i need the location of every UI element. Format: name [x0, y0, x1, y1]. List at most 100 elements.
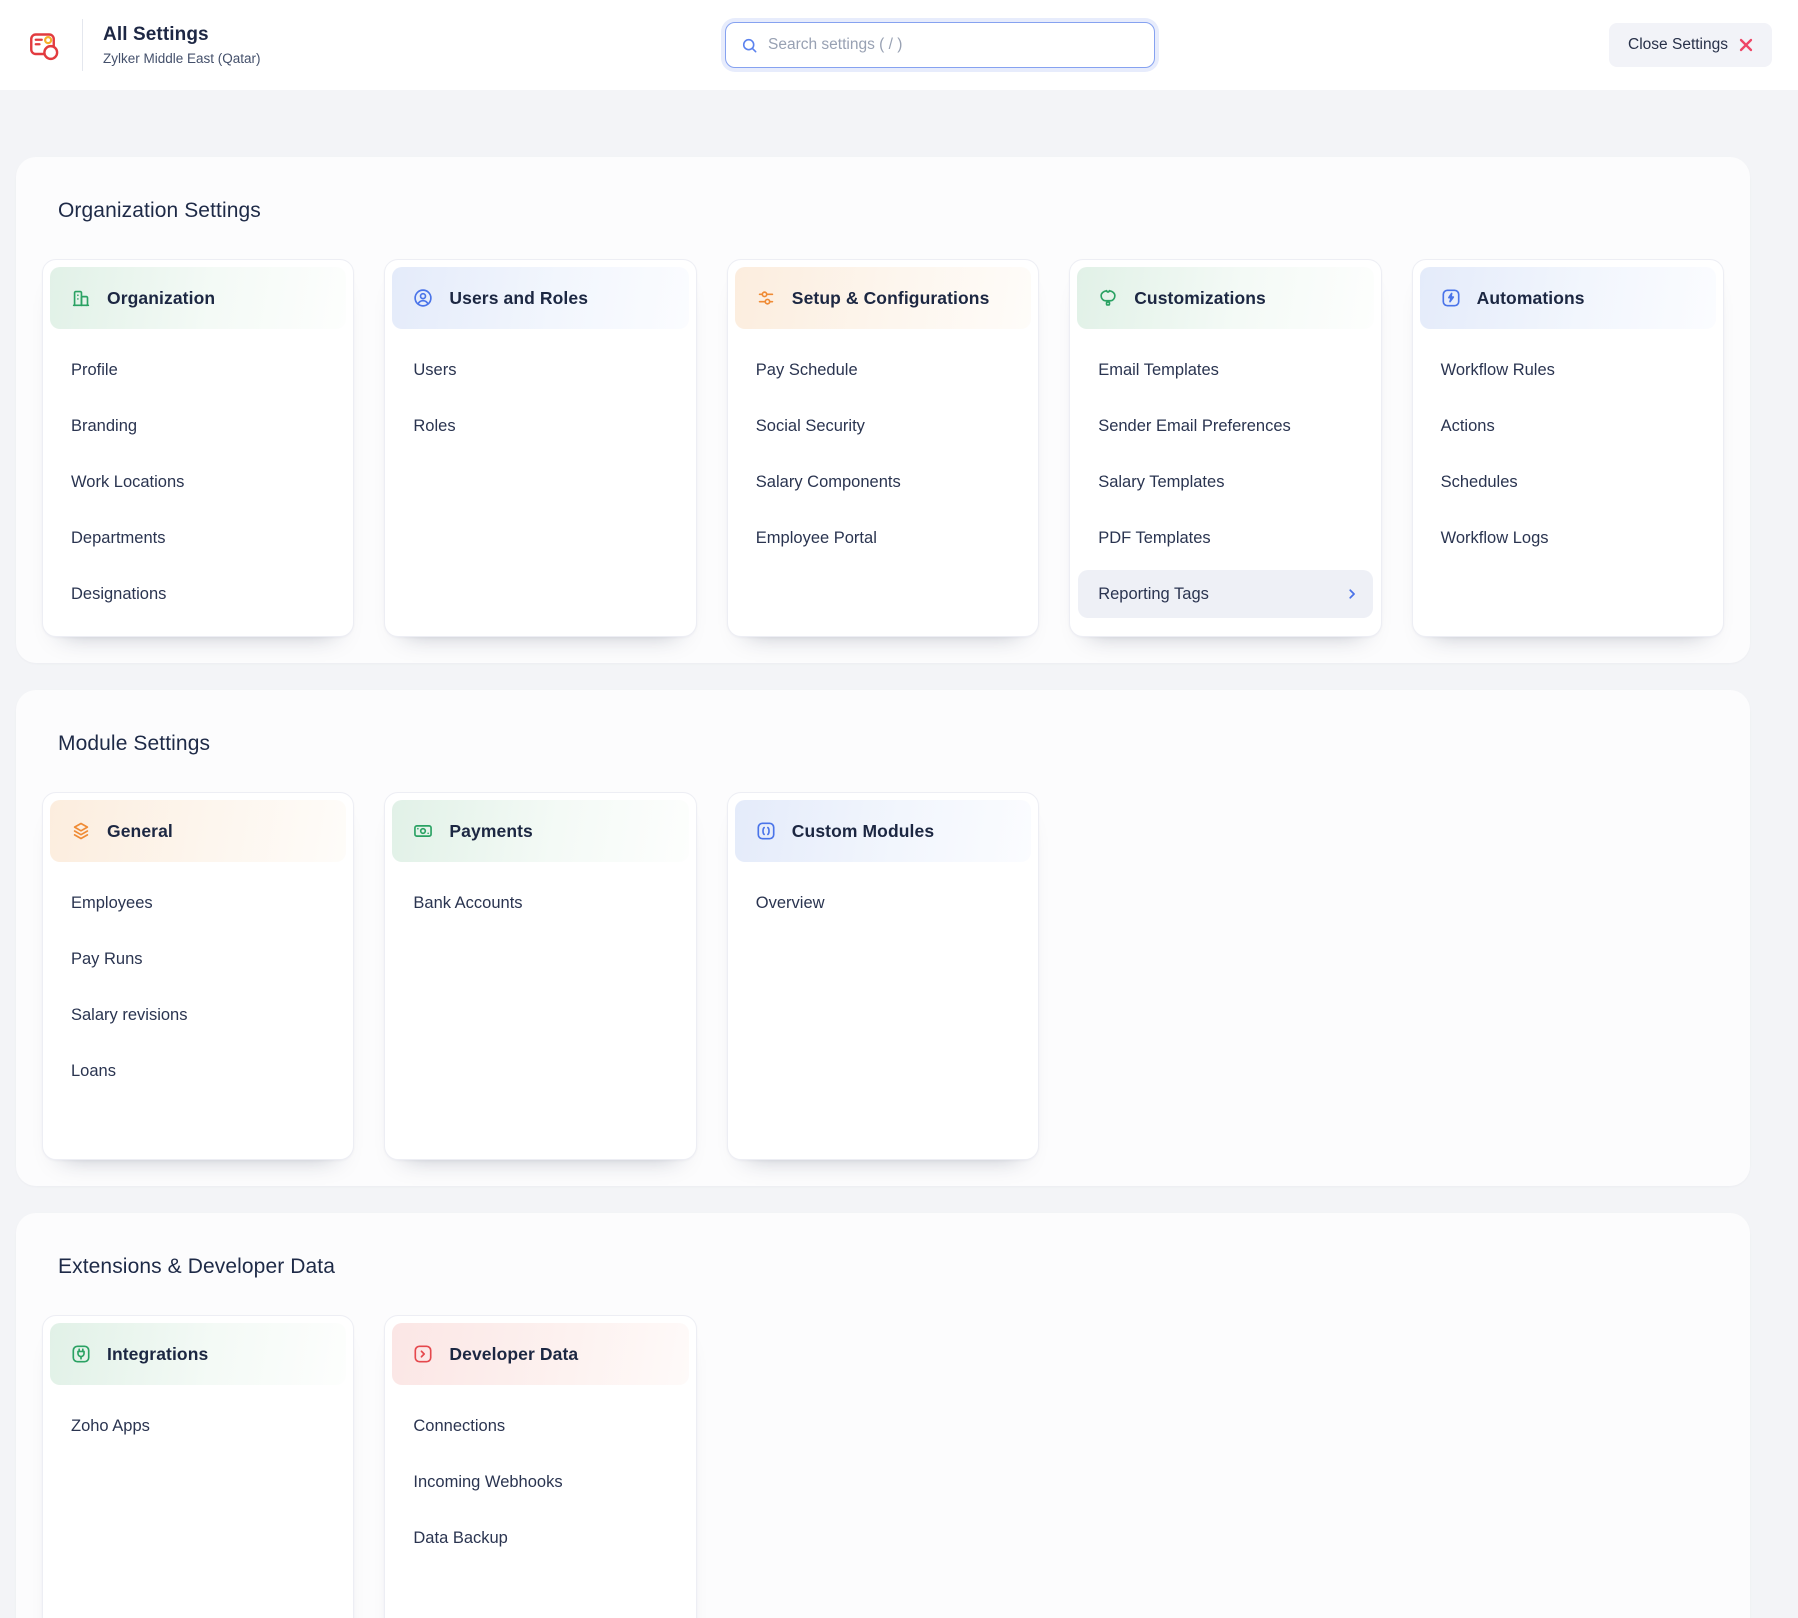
layers-icon: [70, 820, 92, 842]
item-label: Users: [413, 361, 456, 380]
settings-link-incoming-webhooks[interactable]: Incoming Webhooks: [385, 1454, 695, 1510]
card-header-organization: Organization: [50, 267, 346, 329]
card-general: General EmployeesPay Runs Salary revisions…: [42, 792, 354, 1160]
settings-link-loans[interactable]: Loans: [43, 1043, 353, 1099]
item-label: Work Locations: [71, 473, 184, 492]
settings-content: Organization Settings Organization Profil…: [16, 157, 1750, 1618]
module-braces-icon: [755, 820, 777, 842]
item-label: Schedules: [1441, 473, 1518, 492]
search-icon: [740, 36, 759, 55]
settings-link-workflow-logs[interactable]: Workflow Logs: [1413, 510, 1723, 566]
card-header-general: General: [50, 800, 346, 862]
settings-link-branding[interactable]: Branding: [43, 398, 353, 454]
item-label: Departments: [71, 529, 165, 548]
settings-link-email-templates[interactable]: Email Templates: [1070, 342, 1380, 398]
app-logo-icon: [26, 27, 62, 63]
settings-link-actions[interactable]: Actions: [1413, 398, 1723, 454]
item-label: Workflow Rules: [1441, 361, 1555, 380]
settings-link-salary-components[interactable]: Salary Components: [728, 454, 1038, 510]
sliders-icon: [755, 287, 777, 309]
settings-link-connections[interactable]: Connections: [385, 1398, 695, 1454]
card-header-setup-configurations: Setup & Configurations: [735, 267, 1031, 329]
close-settings-label: Close Settings: [1628, 36, 1728, 54]
settings-link-employee-portal[interactable]: Employee Portal: [728, 510, 1038, 566]
settings-link-salary-revisions[interactable]: Salary revisions: [43, 987, 353, 1043]
settings-link-social-security[interactable]: Social Security: [728, 398, 1038, 454]
card-item-list: Bank Accounts: [385, 869, 695, 931]
header-divider: [82, 19, 83, 71]
card-header-automations: Automations: [1420, 267, 1716, 329]
settings-link-schedules[interactable]: Schedules: [1413, 454, 1723, 510]
card-setup-configurations: Setup & Configurations Pay Schedule Social…: [727, 259, 1039, 637]
item-label: Employee Portal: [756, 529, 877, 548]
settings-link-departments[interactable]: Departments: [43, 510, 353, 566]
section-heading: Extensions & Developer Data: [58, 1255, 1724, 1279]
settings-link-designations[interactable]: Designations: [43, 566, 353, 622]
card-integrations: IntegrationsZoho Apps: [42, 1315, 354, 1618]
item-label: Actions: [1441, 417, 1495, 436]
settings-link-pay-runs[interactable]: Pay Runs: [43, 931, 353, 987]
card-title: Custom Modules: [792, 821, 934, 842]
chevron-right-icon: [1345, 587, 1359, 601]
item-label: Branding: [71, 417, 137, 436]
item-label: Incoming Webhooks: [413, 1473, 562, 1492]
card-item-list: Workflow Rules Actions Schedules Workflow L…: [1413, 336, 1723, 566]
settings-search[interactable]: [725, 22, 1155, 68]
item-label: Salary Components: [756, 473, 901, 492]
settings-link-profile[interactable]: Profile: [43, 342, 353, 398]
settings-link-sender-email-preferences[interactable]: Sender Email Preferences: [1070, 398, 1380, 454]
user-circle-icon: [412, 287, 434, 309]
card-item-list: Zoho Apps: [43, 1392, 353, 1454]
settings-link-bank-accounts[interactable]: Bank Accounts: [385, 875, 695, 931]
item-label: Social Security: [756, 417, 865, 436]
settings-link-users[interactable]: Users: [385, 342, 695, 398]
code-icon: [412, 1343, 434, 1365]
card-header-users-and-roles: Users and Roles: [392, 267, 688, 329]
card-item-list: EmployeesPay Runs Salary revisions Loans: [43, 869, 353, 1099]
settings-link-pdf-templates[interactable]: PDF Templates: [1070, 510, 1380, 566]
section-heading: Organization Settings: [58, 199, 1724, 223]
card-payments: Payments Bank Accounts: [384, 792, 696, 1160]
settings-link-roles[interactable]: Roles: [385, 398, 695, 454]
settings-link-zoho-apps[interactable]: Zoho Apps: [43, 1398, 353, 1454]
page-title: All Settings: [103, 24, 261, 46]
section-extensions-developer-data: Extensions & Developer Data Integrations…: [16, 1213, 1750, 1618]
settings-link-workflow-rules[interactable]: Workflow Rules: [1413, 342, 1723, 398]
card-automations: Automations Workflow Rules Actions Schedule…: [1412, 259, 1724, 637]
extensions-developer-cards: IntegrationsZoho Apps Developer Data Conne…: [42, 1315, 1724, 1618]
close-x-icon: [1739, 38, 1753, 52]
card-header-payments: Payments: [392, 800, 688, 862]
lightning-icon: [1440, 287, 1462, 309]
card-item-list: Users Roles: [385, 336, 695, 454]
section-organization-settings: Organization Settings Organization Profil…: [16, 157, 1750, 663]
banknote-icon: [412, 820, 434, 842]
organization-settings-cards: Organization Profile Branding Work Location…: [42, 259, 1724, 637]
card-organization: Organization Profile Branding Work Location…: [42, 259, 354, 637]
card-custom-modules: Custom Modules Overview: [727, 792, 1039, 1160]
card-title: Automations: [1477, 288, 1585, 309]
search-input[interactable]: [768, 23, 1140, 67]
settings-link-pay-schedule[interactable]: Pay Schedule: [728, 342, 1038, 398]
item-label: Roles: [413, 417, 455, 436]
settings-link-reporting-tags[interactable]: Reporting Tags: [1078, 570, 1372, 618]
item-label: Overview: [756, 894, 825, 913]
card-header-developer-data: Developer Data: [392, 1323, 688, 1385]
settings-link-data-backup[interactable]: Data Backup: [385, 1510, 695, 1566]
card-title: Setup & Configurations: [792, 288, 990, 309]
card-header-custom-modules: Custom Modules: [735, 800, 1031, 862]
section-module-settings: Module Settings GeneralEmployeesPay Runs…: [16, 690, 1750, 1186]
card-item-list: Connections Incoming Webhooks Data Backup: [385, 1392, 695, 1566]
settings-link-employees[interactable]: Employees: [43, 875, 353, 931]
item-label: Email Templates: [1098, 361, 1219, 380]
module-settings-cards: General EmployeesPay Runs Salary revisions…: [42, 792, 1724, 1160]
item-label: Sender Email Preferences: [1098, 417, 1291, 436]
item-label: Bank Accounts: [413, 894, 522, 913]
item-label: Salary revisions: [71, 1006, 187, 1025]
settings-link-work-locations[interactable]: Work Locations: [43, 454, 353, 510]
settings-link-salary-templates[interactable]: Salary Templates: [1070, 454, 1380, 510]
settings-link-overview[interactable]: Overview: [728, 875, 1038, 931]
item-label: Data Backup: [413, 1529, 507, 1548]
card-title: General: [107, 821, 173, 842]
close-settings-button[interactable]: Close Settings: [1609, 23, 1772, 67]
plug-icon: [70, 1343, 92, 1365]
